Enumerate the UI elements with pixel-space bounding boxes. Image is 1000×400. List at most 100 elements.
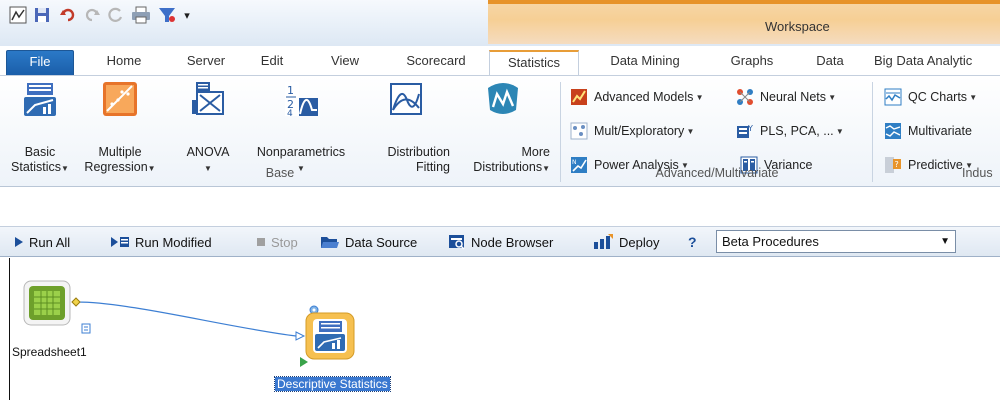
qc-charts-button[interactable]: QC Charts ▼	[884, 86, 977, 108]
neural-nets-icon	[737, 89, 753, 105]
run-modified-icon	[110, 236, 130, 248]
neural-nets-button[interactable]: Neural Nets ▼	[736, 86, 836, 108]
multiple-regression-button[interactable]: Multiple Regression▼	[80, 80, 160, 176]
pls-pca-icon: Y	[737, 124, 753, 138]
tab-home[interactable]: Home	[96, 50, 152, 76]
multiple-regression-label-1: Multiple	[98, 145, 142, 159]
run-modified-button[interactable]: Run Modified	[110, 232, 212, 252]
folder-open-icon	[320, 235, 340, 249]
ribbon-gap	[0, 187, 1000, 226]
window-title: Workspace	[765, 19, 830, 34]
tab-graphs[interactable]: Graphs	[718, 50, 786, 76]
svg-text:1: 1	[287, 84, 294, 97]
distribution-fitting-icon	[390, 83, 422, 115]
qc-charts-icon	[884, 88, 902, 106]
group-label-advanced-multivariate: Advanced/Multivariate	[655, 166, 779, 180]
node-browser-label: Node Browser	[471, 234, 554, 250]
descriptive-statistics-node-icon	[305, 312, 355, 360]
connection-line	[76, 301, 297, 337]
print-icon[interactable]	[130, 4, 152, 26]
more-distributions-label-1: More	[521, 145, 550, 159]
tab-big-data-analytics[interactable]: Big Data Analytic	[868, 50, 1000, 76]
advanced-models-icon	[571, 89, 587, 105]
tab-file[interactable]: File	[6, 50, 74, 76]
node-browser-button[interactable]: Node Browser	[448, 232, 553, 252]
output-port-icon	[71, 297, 81, 307]
multiple-regression-icon	[103, 82, 137, 116]
run-all-label: Run All	[29, 234, 71, 250]
tab-server[interactable]: Server	[178, 50, 234, 76]
data-source-button[interactable]: Data Source	[320, 232, 417, 252]
deploy-icon	[592, 234, 614, 250]
group-separator	[560, 82, 561, 182]
spreadsheet-node-label[interactable]: Spreadsheet1	[12, 345, 87, 359]
svg-text:4: 4	[287, 109, 293, 118]
play-icon	[14, 236, 24, 248]
descriptive-statistics-node-label[interactable]: Descriptive Statistics	[274, 376, 391, 392]
workspace-context-band	[488, 0, 1000, 44]
multivariate-button[interactable]: Multivariate	[884, 120, 972, 142]
app-icon[interactable]	[8, 4, 28, 26]
workspace-diagram	[23, 280, 355, 367]
tab-edit[interactable]: Edit	[252, 50, 292, 76]
neural-nets-label: Neural Nets	[760, 90, 826, 104]
tab-scorecard[interactable]: Scorecard	[396, 50, 476, 76]
node-browser-icon	[448, 234, 466, 250]
connection-arrow-icon	[295, 331, 306, 341]
svg-text:?: ?	[895, 160, 899, 169]
stop-icon	[256, 237, 266, 247]
basic-statistics-icon	[24, 83, 56, 116]
anova-button[interactable]: ANOVA ▼	[178, 80, 238, 176]
tab-data-mining[interactable]: Data Mining	[600, 50, 690, 76]
run-all-button[interactable]: Run All	[14, 232, 70, 252]
predictive-icon: ?	[885, 157, 901, 173]
more-distributions-icon	[488, 83, 518, 114]
title-bar: Workspace ▾	[0, 0, 1000, 46]
workspace-tool-icon[interactable]	[156, 4, 178, 26]
help-icon[interactable]: ?	[688, 232, 697, 252]
ribbon-tab-row: File Home Server Edit View Scorecard Sta…	[0, 46, 1000, 76]
data-source-label: Data Source	[345, 234, 418, 250]
customize-quick-access-icon[interactable]: ▾	[180, 4, 194, 26]
save-icon[interactable]	[32, 4, 52, 26]
basic-statistics-label-1: Basic	[24, 145, 56, 159]
stop-button[interactable]: Stop	[256, 232, 298, 252]
nonparametrics-button[interactable]: 1 2 4 Nonparametrics ▼	[244, 80, 358, 176]
svg-text:Y: Y	[747, 124, 753, 133]
distribution-fitting-label-1: Distribution	[387, 145, 450, 159]
run-modified-label: Run Modified	[135, 234, 212, 250]
tab-view[interactable]: View	[320, 50, 370, 76]
advanced-models-button[interactable]: Advanced Models ▼	[570, 86, 704, 108]
document-icon	[81, 323, 91, 334]
workspace-canvas[interactable]: Spreadsheet1 Descriptive Statistics	[9, 258, 1000, 400]
pls-pca-button[interactable]: Y PLS, PCA, ... ▼	[736, 120, 844, 142]
svg-text:N: N	[572, 159, 577, 166]
node-run-icon	[300, 357, 308, 367]
spreadsheet-node-icon	[23, 280, 71, 326]
pls-pca-label: PLS, PCA, ...	[760, 124, 834, 138]
mult-exploratory-icon	[570, 122, 588, 140]
nonparametrics-icon: 1 2 4	[285, 82, 318, 119]
predictive-button[interactable]: ? Predictive ▼	[884, 154, 973, 176]
distribution-fitting-button[interactable]: Distribution Fitting	[360, 80, 452, 175]
ribbon-statistics: Basic Statistics▼ Multiple Regression▼ ANO…	[0, 75, 1000, 187]
multivariate-label: Multivariate	[908, 124, 972, 138]
redo-icon[interactable]	[82, 4, 102, 26]
procedure-select[interactable]: Beta Procedures ▼	[716, 230, 956, 253]
group-label-industrial: Indus	[962, 166, 993, 180]
qc-charts-label: QC Charts	[908, 90, 968, 104]
anova-icon	[192, 82, 224, 115]
mult-exploratory-label: Mult/Exploratory	[594, 124, 685, 138]
undo-icon[interactable]	[58, 4, 78, 26]
mult-exploratory-button[interactable]: Mult/Exploratory ▼	[570, 120, 694, 142]
group-separator	[872, 82, 873, 182]
chevron-down-icon[interactable]: ▼	[940, 231, 950, 252]
basic-statistics-button[interactable]: Basic Statistics▼	[2, 80, 78, 176]
tab-statistics[interactable]: Statistics	[489, 50, 579, 76]
multivariate-icon	[885, 123, 901, 139]
tab-data[interactable]: Data	[805, 50, 855, 76]
deploy-button[interactable]: Deploy	[592, 232, 659, 252]
more-distributions-button[interactable]: More Distributions▼	[452, 80, 554, 176]
refresh-icon[interactable]	[106, 4, 126, 26]
anova-label: ANOVA	[186, 145, 230, 159]
